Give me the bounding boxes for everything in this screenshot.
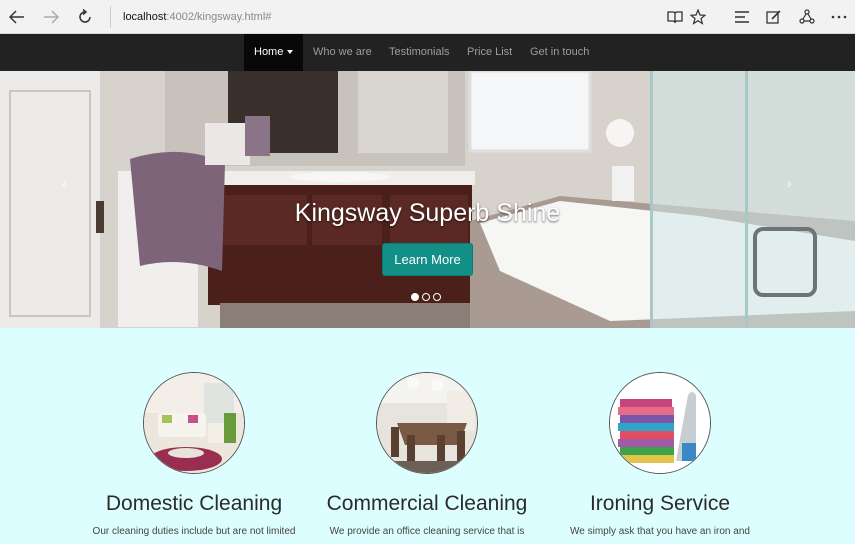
carousel-prev-icon[interactable]: ‹ bbox=[62, 175, 67, 191]
nav-item-get-in-touch[interactable]: Get in touch bbox=[530, 34, 589, 71]
web-note-icon[interactable] bbox=[763, 6, 785, 28]
carousel-indicator-2[interactable] bbox=[422, 293, 430, 301]
learn-more-button[interactable]: Learn More bbox=[382, 243, 473, 276]
folded-clothes-image bbox=[609, 372, 711, 474]
reading-view-icon[interactable] bbox=[664, 6, 686, 28]
dining-room-image bbox=[376, 372, 478, 474]
carousel-indicator-3[interactable] bbox=[433, 293, 441, 301]
nav-item-home-label: Home bbox=[254, 46, 284, 58]
living-room-image bbox=[143, 372, 245, 474]
carousel-title: Kingsway Superb Shine bbox=[294, 199, 561, 227]
address-bar[interactable]: localhost:4002/kingsway.html# bbox=[110, 6, 271, 28]
service-ironing: Ironing Service We simply ask that you h… bbox=[550, 372, 770, 537]
carousel-indicator-1[interactable] bbox=[411, 293, 419, 301]
forward-arrow-icon[interactable] bbox=[40, 6, 62, 28]
url-host: localhost bbox=[123, 11, 167, 23]
refresh-icon[interactable] bbox=[74, 6, 96, 28]
nav-item-home[interactable]: Home bbox=[244, 34, 304, 71]
favorite-star-icon[interactable] bbox=[687, 6, 709, 28]
back-arrow-icon[interactable] bbox=[6, 6, 28, 28]
carousel-next-icon[interactable]: › bbox=[787, 175, 792, 191]
service-title: Domestic Cleaning bbox=[105, 492, 283, 515]
site-navbar: Home Who we are Testimonials Price List … bbox=[0, 34, 855, 71]
share-icon[interactable] bbox=[796, 6, 818, 28]
url-path: :4002/kingsway.html# bbox=[166, 11, 272, 23]
service-title: Ironing Service bbox=[589, 492, 731, 515]
service-title: Commercial Cleaning bbox=[326, 492, 528, 515]
hero-carousel: ‹ › Kingsway Superb Shine Learn More bbox=[0, 71, 855, 328]
browser-toolbar: localhost:4002/kingsway.html# bbox=[0, 0, 855, 34]
service-text: We simply ask that you have an iron and bbox=[570, 526, 750, 537]
service-text: We provide an office cleaning service th… bbox=[329, 526, 525, 537]
service-domestic-cleaning: Domestic Cleaning Our cleaning duties in… bbox=[84, 372, 304, 537]
carousel-indicators bbox=[411, 293, 441, 301]
nav-item-price-list[interactable]: Price List bbox=[467, 34, 512, 71]
service-text: Our cleaning duties include but are not … bbox=[92, 526, 296, 537]
hub-icon[interactable] bbox=[731, 6, 753, 28]
caret-down-icon bbox=[287, 50, 294, 55]
service-commercial-cleaning: Commercial Cleaning We provide an office… bbox=[317, 372, 537, 537]
nav-item-who-we-are[interactable]: Who we are bbox=[313, 34, 372, 71]
nav-item-testimonials[interactable]: Testimonials bbox=[389, 34, 450, 71]
more-options-icon[interactable] bbox=[828, 6, 850, 28]
